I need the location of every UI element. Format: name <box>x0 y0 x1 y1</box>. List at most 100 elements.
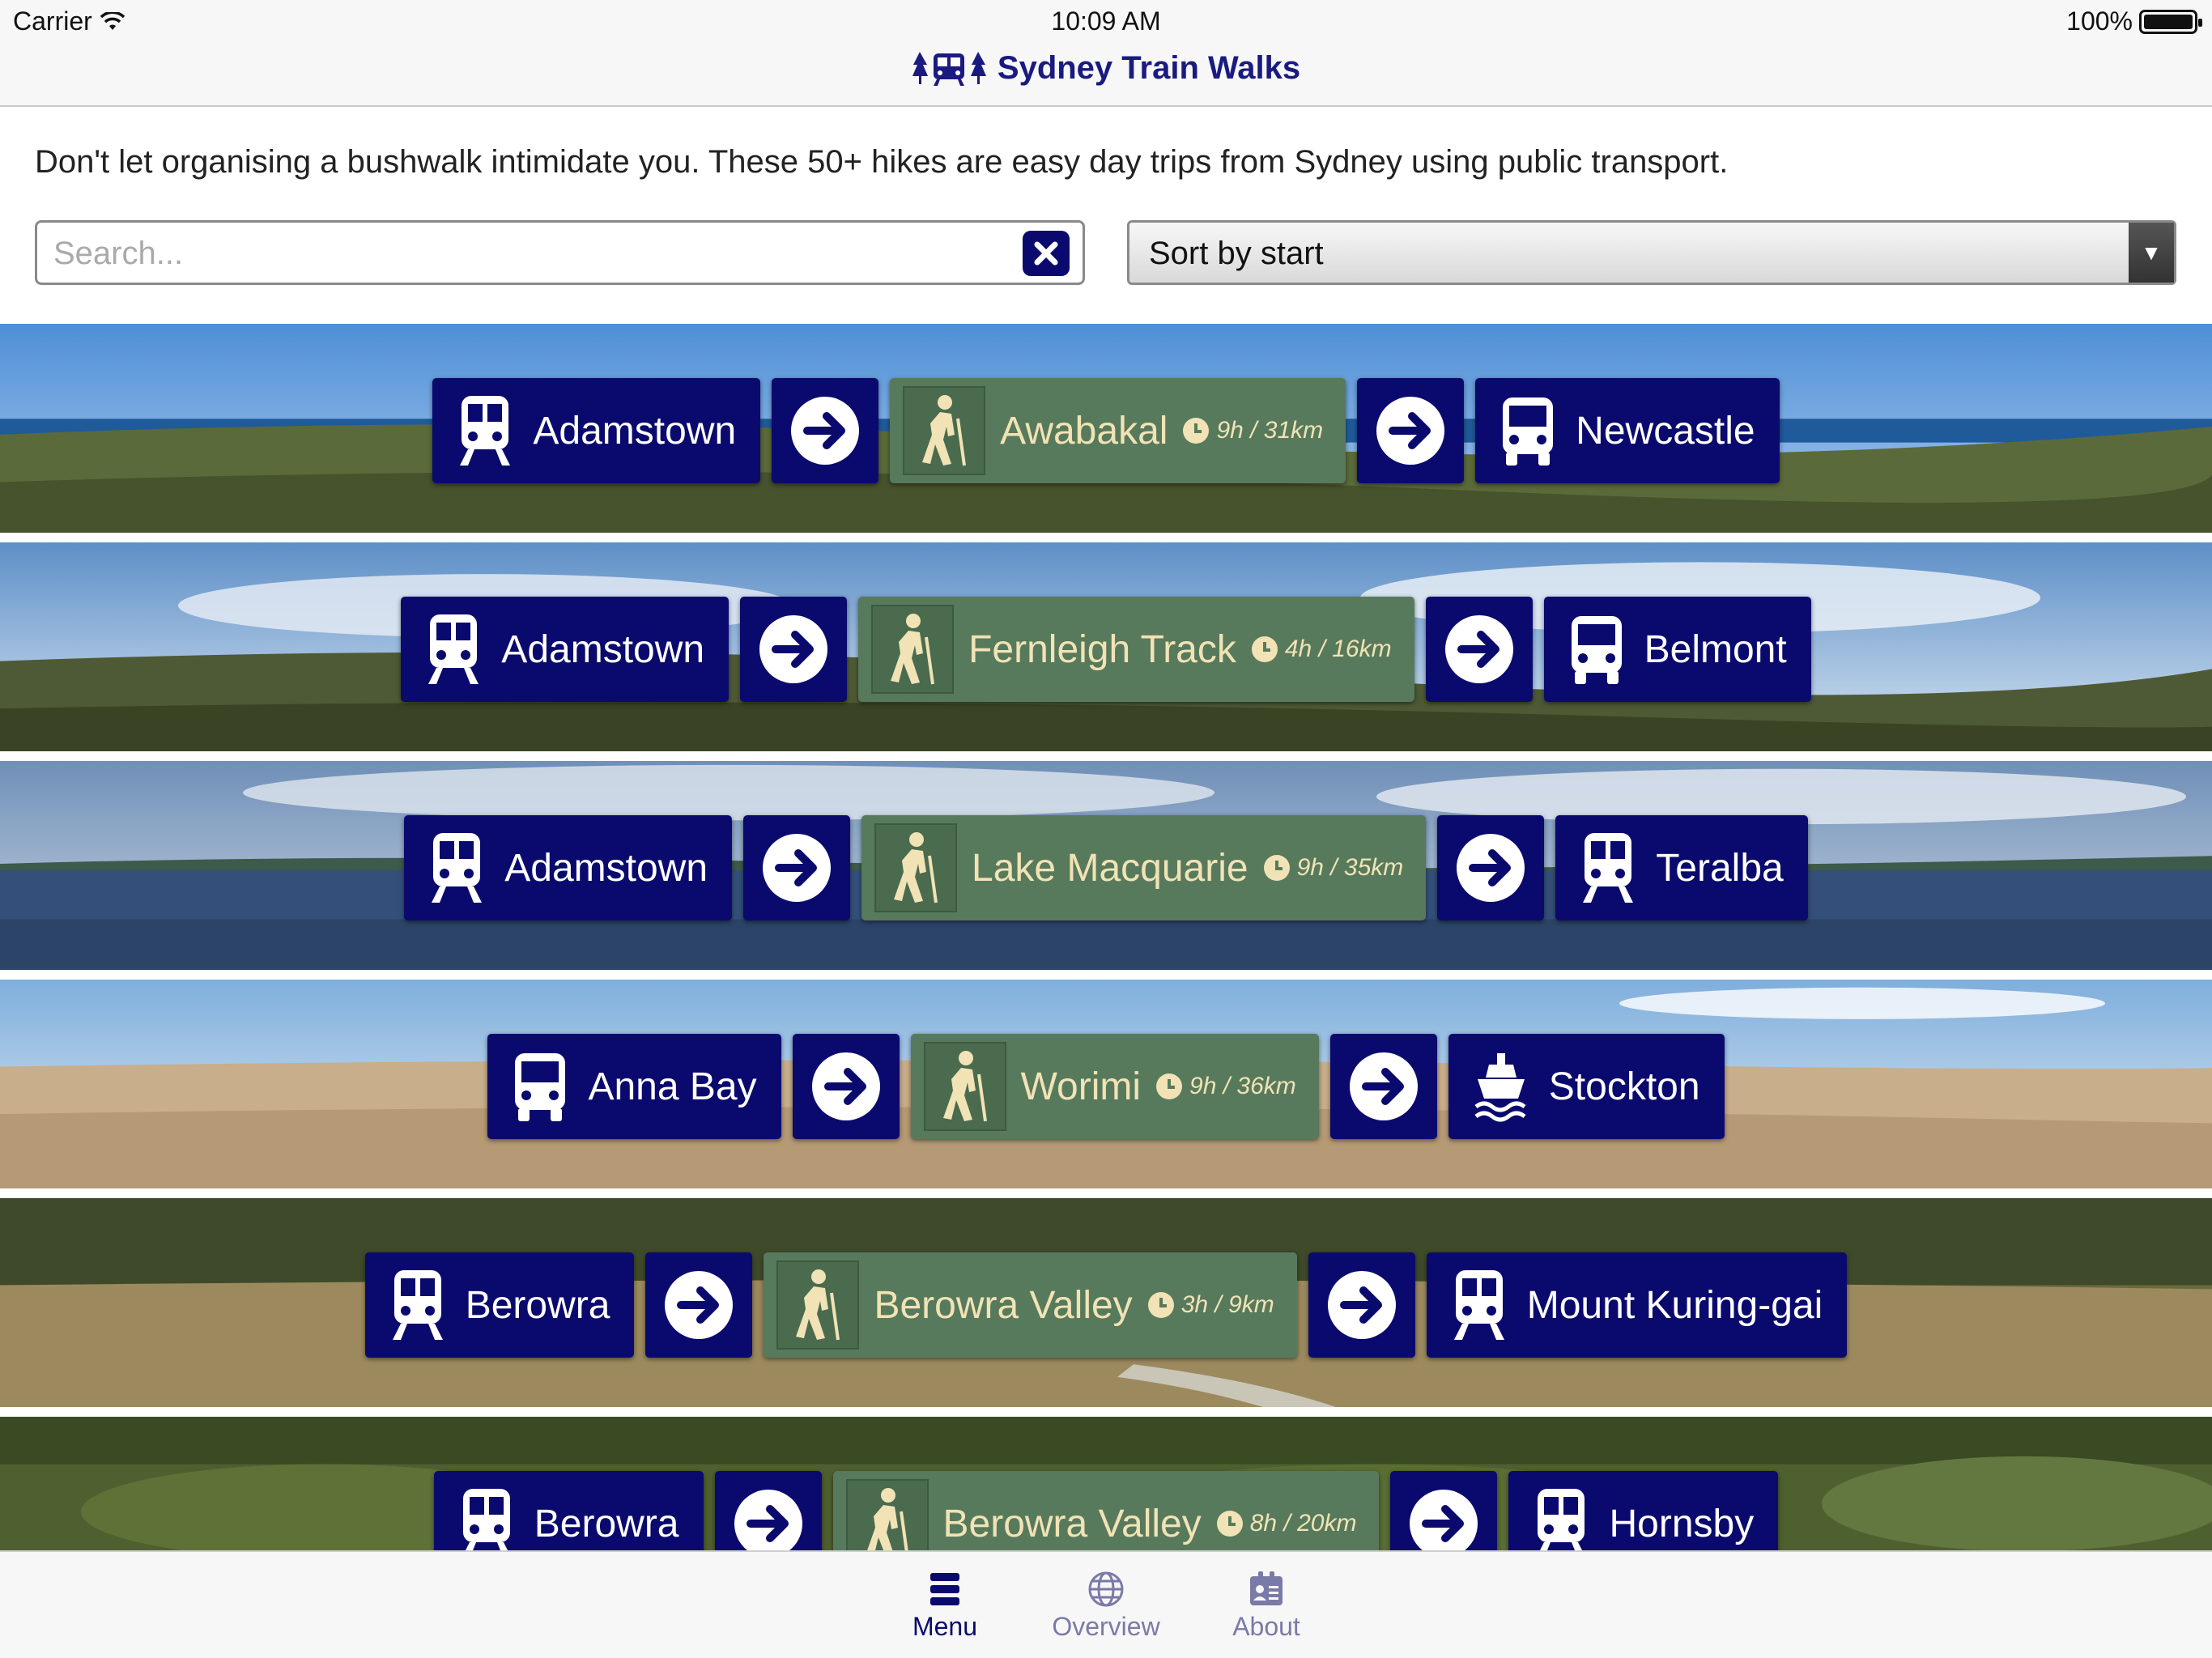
walk-end-station[interactable]: Newcastle <box>1475 378 1780 483</box>
walk-name-chip[interactable]: Fernleigh Track 4h / 16km <box>858 597 1414 702</box>
walk-name-label: Berowra Valley <box>942 1502 1202 1545</box>
route-arrow <box>714 1471 822 1550</box>
end-station-label: Stockton <box>1548 1065 1700 1108</box>
hiker-icon <box>776 1261 860 1350</box>
bus-icon <box>1571 616 1622 684</box>
walk-name-label: Fernleigh Track <box>968 627 1236 671</box>
train-icon <box>432 833 483 903</box>
walk-duration: 9h / 31km <box>1182 417 1323 444</box>
start-station-label: Adamstown <box>504 846 708 890</box>
tab-overview-label: Overview <box>1052 1612 1160 1641</box>
arrow-right-icon <box>1457 834 1525 902</box>
sort-dropdown[interactable]: Sort by start ▼ <box>1127 220 2176 285</box>
tab-about[interactable]: About <box>1185 1570 1347 1642</box>
end-station-label: Newcastle <box>1576 409 1755 453</box>
walk-name-label: Worimi <box>1020 1065 1142 1108</box>
end-station-label: Teralba <box>1656 846 1784 890</box>
walk-row[interactable]: Adamstown Awabakal 9h / 31km Newcastle <box>0 324 2212 538</box>
walk-row[interactable]: Anna Bay Worimi 9h / 36km Stockton <box>0 980 2212 1193</box>
walk-start-station[interactable]: Berowra <box>364 1252 635 1358</box>
app-title: Sydney Train Walks <box>0 49 2212 87</box>
globe-icon <box>1088 1571 1124 1607</box>
route-arrow <box>743 815 851 920</box>
walk-end-station[interactable]: Belmont <box>1543 597 1811 702</box>
search-input[interactable] <box>53 231 1025 276</box>
walk-duration-label: 9h / 36km <box>1189 1073 1296 1099</box>
walk-row[interactable]: Adamstown Fernleigh Track 4h / 16km Belm… <box>0 542 2212 756</box>
train-icon <box>1583 833 1634 903</box>
walk-duration-label: 9h / 35km <box>1296 854 1404 881</box>
page-title: Sydney Train Walks <box>997 49 1301 86</box>
walk-start-station[interactable]: Berowra <box>433 1471 704 1550</box>
walk-start-station[interactable]: Adamstown <box>432 378 761 483</box>
trees-train-logo-icon <box>912 52 986 86</box>
status-bar: Carrier 10:09 AM 100% <box>0 0 2212 44</box>
bus-icon <box>515 1053 566 1121</box>
start-station-label: Adamstown <box>501 627 705 671</box>
walk-name-chip[interactable]: Lake Macquarie 9h / 35km <box>861 815 1427 920</box>
route-arrow <box>740 597 848 702</box>
walk-list[interactable]: Adamstown Awabakal 9h / 31km Newcastle A… <box>0 324 2212 1550</box>
walk-name-label: Berowra Valley <box>874 1283 1133 1327</box>
close-icon <box>1034 241 1058 266</box>
walk-end-station[interactable]: Teralba <box>1555 815 1808 920</box>
battery-indicator: 100% <box>2066 6 2202 36</box>
start-station-label: Berowra <box>534 1502 679 1545</box>
route-arrow <box>645 1252 753 1358</box>
walk-end-station[interactable]: Mount Kuring-gai <box>1426 1252 1848 1358</box>
hiker-icon <box>903 386 986 475</box>
route-arrow <box>1390 1471 1498 1550</box>
arrow-right-icon <box>791 397 860 465</box>
clock-icon <box>1251 636 1278 662</box>
tab-overview[interactable]: Overview <box>1025 1570 1187 1642</box>
route-arrow <box>1437 815 1545 920</box>
clock-icon <box>1147 1292 1174 1318</box>
end-station-label: Hornsby <box>1609 1502 1755 1545</box>
arrow-right-icon <box>665 1271 734 1339</box>
arrow-right-icon <box>811 1052 880 1120</box>
start-station-label: Adamstown <box>533 409 737 453</box>
route-arrow <box>1425 597 1533 702</box>
clock-icon <box>1156 1073 1183 1099</box>
bus-icon <box>1503 397 1554 466</box>
walk-row[interactable]: Adamstown Lake Macquarie 9h / 35km Teral… <box>0 761 2212 975</box>
walk-name-chip[interactable]: Berowra Valley 8h / 20km <box>832 1471 1380 1550</box>
walk-name-chip[interactable]: Awabakal 9h / 31km <box>890 378 1346 483</box>
arrow-right-icon <box>734 1490 802 1550</box>
walk-duration: 3h / 9km <box>1147 1291 1274 1319</box>
train-icon <box>392 1270 443 1340</box>
clock-icon <box>1216 1511 1243 1537</box>
arrow-right-icon <box>1349 1052 1418 1120</box>
walk-duration-label: 9h / 31km <box>1216 417 1324 444</box>
walk-duration-label: 4h / 16km <box>1284 636 1392 662</box>
route-arrow <box>772 378 879 483</box>
walk-start-station[interactable]: Adamstown <box>404 815 733 920</box>
walk-duration: 4h / 16km <box>1251 636 1392 663</box>
search-box <box>35 220 1085 285</box>
walk-end-station[interactable]: Hornsby <box>1508 1471 1779 1550</box>
end-station-label: Mount Kuring-gai <box>1526 1283 1823 1327</box>
walk-row[interactable]: Berowra Berowra Valley 3h / 9km Mount Ku… <box>0 1198 2212 1412</box>
hiker-icon <box>871 605 955 694</box>
walk-name-label: Awabakal <box>1000 409 1168 453</box>
search-clear-button[interactable] <box>1023 231 1070 276</box>
walk-row[interactable]: Berowra Berowra Valley 8h / 20km Hornsby <box>0 1417 2212 1550</box>
tab-menu-label: Menu <box>912 1612 978 1641</box>
tab-menu[interactable]: Menu <box>864 1570 1026 1642</box>
walk-duration-label: 8h / 20km <box>1249 1510 1357 1537</box>
route-arrow <box>1329 1034 1437 1139</box>
clock-icon <box>1183 418 1210 444</box>
start-station-label: Anna Bay <box>588 1065 757 1108</box>
end-station-label: Belmont <box>1644 627 1787 671</box>
walk-name-chip[interactable]: Berowra Valley 3h / 9km <box>764 1252 1297 1358</box>
walk-end-station[interactable]: Stockton <box>1448 1034 1725 1139</box>
walk-start-station[interactable]: Anna Bay <box>487 1034 781 1139</box>
status-time: 10:09 AM <box>1051 6 1161 36</box>
walk-duration: 9h / 36km <box>1155 1073 1296 1100</box>
tab-bar: Menu Overview About <box>0 1550 2212 1658</box>
route-arrow <box>1357 378 1465 483</box>
walk-start-station[interactable]: Adamstown <box>401 597 730 702</box>
walk-name-chip[interactable]: Worimi 9h / 36km <box>910 1034 1319 1139</box>
navigation-bar: Sydney Train Walks <box>0 44 2212 107</box>
battery-icon <box>2139 9 2202 34</box>
